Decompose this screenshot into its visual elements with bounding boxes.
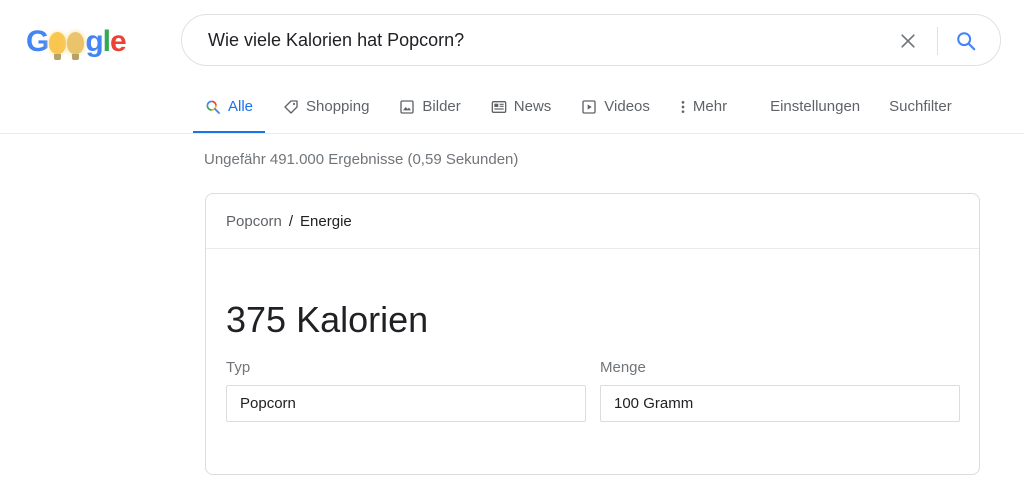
light-bulbs-icon (49, 32, 85, 60)
close-icon (901, 34, 915, 48)
search-divider (937, 27, 938, 55)
breadcrumb: Popcorn / Energie (206, 194, 979, 249)
more-vert-icon (680, 99, 686, 115)
search-icon (957, 32, 976, 51)
tab-videos[interactable]: Videos (581, 90, 650, 134)
tab-alle[interactable]: Alle (193, 90, 266, 134)
tab-shopping[interactable]: Shopping (283, 90, 369, 134)
tab-suchfilter[interactable]: Suchfilter (889, 90, 952, 134)
type-select[interactable]: Popcorn (226, 385, 586, 422)
bulb-icon (49, 32, 67, 60)
breadcrumb-energie: Energie (300, 212, 352, 230)
amount-label: Menge (600, 359, 646, 376)
google-logo[interactable]: G g l e (26, 22, 127, 60)
tab-einstellungen[interactable]: Einstellungen (770, 90, 860, 134)
type-label: Typ (226, 359, 251, 376)
logo-letter-e: e (110, 25, 127, 58)
breadcrumb-popcorn[interactable]: Popcorn (226, 213, 282, 230)
logo-letter-l: l (102, 25, 111, 58)
search-tabs: Alle Shopping Bilder News Videos Mehr Ei… (193, 90, 952, 134)
search-icon (205, 99, 221, 115)
amount-select[interactable]: 100 Gramm (600, 385, 960, 422)
nutrition-card: Popcorn / Energie 375 Kalorien Typ Popco… (205, 193, 980, 475)
tab-label: Mehr (692, 98, 728, 115)
clear-button[interactable] (894, 27, 922, 55)
logo-letter-g: G (26, 25, 49, 58)
bulb-icon (67, 32, 85, 60)
tag-icon (283, 99, 299, 115)
tab-bilder[interactable]: Bilder (399, 90, 461, 134)
search-button[interactable] (952, 27, 980, 55)
search-box[interactable] (181, 14, 1001, 66)
search-input[interactable] (208, 25, 888, 55)
tab-mehr[interactable]: Mehr (680, 90, 727, 134)
tab-label: Shopping (306, 98, 370, 115)
tab-label: News (513, 98, 552, 115)
image-icon (399, 99, 415, 115)
tab-label: Bilder (422, 98, 461, 115)
tab-news[interactable]: News (491, 90, 552, 134)
logo-letter-g2: g (85, 25, 103, 58)
tab-label: Videos (604, 98, 650, 115)
result-stats: Ungefähr 491.000 Ergebnisse (0,59 Sekund… (204, 151, 519, 168)
play-icon (581, 99, 597, 115)
calorie-result: 375 Kalorien (226, 299, 429, 340)
tabs-divider (0, 133, 1024, 134)
newspaper-icon (491, 99, 507, 115)
tab-label: Alle (228, 98, 254, 115)
breadcrumb-separator: / (288, 212, 294, 230)
